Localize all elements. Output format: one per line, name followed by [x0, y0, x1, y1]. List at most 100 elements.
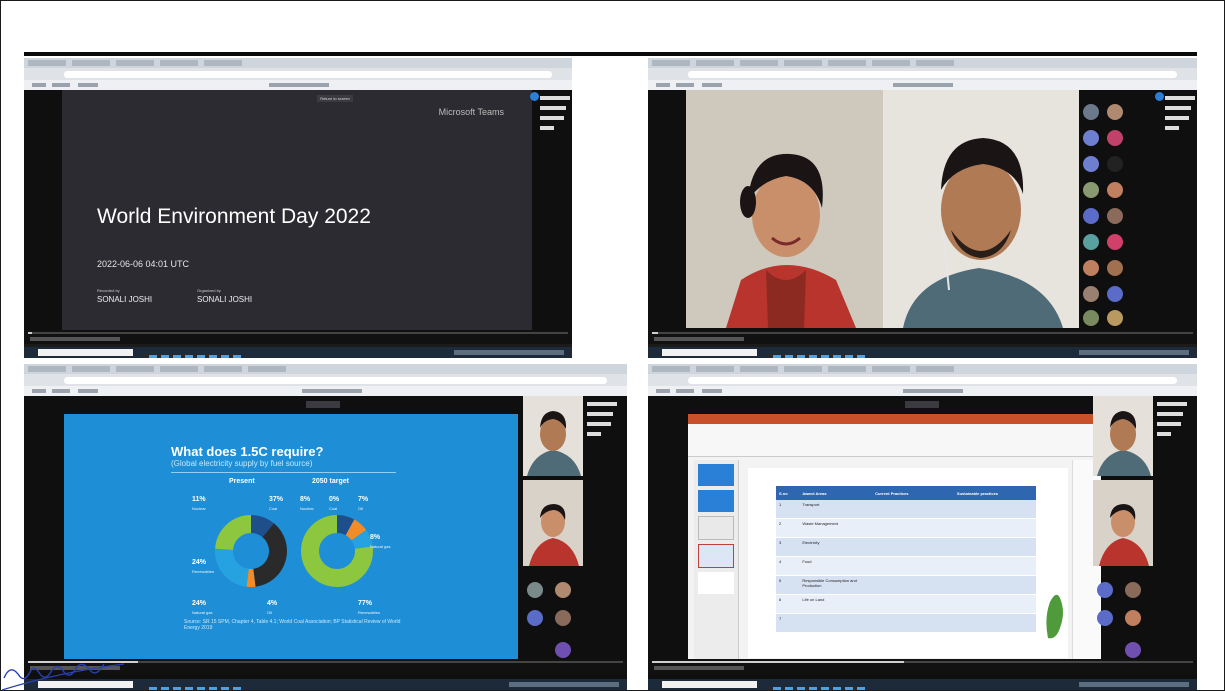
- target-renewables-name: Renewables: [358, 610, 381, 615]
- participant-avatar[interactable]: [1083, 156, 1099, 172]
- address-bar[interactable]: [64, 71, 552, 78]
- slide-thumb[interactable]: [698, 516, 734, 540]
- organized-by-label: Organized by: [197, 288, 221, 293]
- participant-video-man: [1093, 396, 1153, 476]
- return-to-screen-button[interactable]: [306, 401, 340, 408]
- address-bar[interactable]: [688, 71, 1177, 78]
- return-to-screen-button[interactable]: Return to screen: [317, 95, 353, 102]
- system-tray[interactable]: [1079, 682, 1189, 687]
- browser-tab-strip[interactable]: [648, 58, 1197, 68]
- playback-buttons[interactable]: [654, 337, 744, 341]
- taskbar-search[interactable]: [38, 349, 133, 356]
- address-bar[interactable]: [688, 377, 1177, 384]
- participant-video-woman: [523, 480, 583, 566]
- playback-buttons[interactable]: [654, 666, 744, 670]
- participant-avatar[interactable]: [1083, 286, 1099, 302]
- browser-tab-strip[interactable]: [24, 58, 572, 68]
- video-player-controls[interactable]: [24, 330, 572, 344]
- progress-track[interactable]: [28, 332, 568, 334]
- participant-avatar[interactable]: [1107, 286, 1123, 302]
- target-gas-pct: 8%: [370, 534, 381, 541]
- participant-avatar[interactable]: [1107, 208, 1123, 224]
- present-slice-coal: [252, 523, 287, 587]
- ribbon-tabs[interactable]: [688, 414, 1100, 424]
- user-icon[interactable]: [530, 92, 539, 101]
- target-gas-name: Natural gas: [370, 544, 391, 549]
- video-player-controls[interactable]: [648, 659, 1197, 673]
- browser-tab-strip[interactable]: [24, 364, 627, 374]
- taskbar-app-icons[interactable]: [149, 681, 245, 690]
- cell-empty: [953, 556, 1036, 576]
- participant-avatar[interactable]: [1107, 104, 1123, 120]
- participant-avatar[interactable]: [527, 582, 543, 598]
- participant-avatar[interactable]: [1083, 130, 1099, 146]
- progress-track[interactable]: [652, 332, 1193, 334]
- row-area: [799, 613, 873, 633]
- taskbar-app-icons[interactable]: [149, 349, 245, 358]
- participant-avatar[interactable]: [1083, 182, 1099, 198]
- target-label: 2050 target: [312, 478, 349, 485]
- system-tray[interactable]: [1079, 350, 1189, 355]
- participant-avatar[interactable]: [1107, 310, 1123, 326]
- slide-thumb-selected[interactable]: [698, 544, 734, 568]
- target-nuclear-name: Nuclear: [300, 506, 314, 511]
- slide-source: Source: SR 15 SPM, Chapter 4, Table 4.1;…: [184, 619, 401, 631]
- participant-avatar[interactable]: [1107, 234, 1123, 250]
- video-player-controls[interactable]: [648, 330, 1197, 344]
- participant-avatar[interactable]: [1097, 582, 1113, 598]
- present-oil-name: Oil: [267, 610, 272, 615]
- taskbar-search[interactable]: [662, 681, 757, 688]
- table-row: 6 Life on Land: [776, 594, 1036, 614]
- row-no: 5: [776, 575, 800, 595]
- browser-chrome: [24, 58, 572, 90]
- present-coal-name: Coal: [269, 506, 278, 511]
- table-row: 7: [776, 613, 1036, 633]
- participant-avatar[interactable]: [1125, 582, 1141, 598]
- footprint-graphic: [1046, 594, 1063, 639]
- participant-avatar[interactable]: [1097, 610, 1113, 626]
- participant-avatar[interactable]: [1083, 260, 1099, 276]
- browser-tab-strip[interactable]: [648, 364, 1197, 374]
- slide-canvas: S.no Award Areas Current Practices Susta…: [748, 468, 1068, 658]
- slide-subheading: (Global electricity supply by fuel sourc…: [171, 459, 313, 468]
- participant-avatar[interactable]: [1107, 260, 1123, 276]
- cell-empty: [953, 500, 1036, 519]
- slide-thumbnails[interactable]: [694, 460, 739, 660]
- windows-taskbar: [24, 347, 572, 358]
- slide-thumb[interactable]: [698, 464, 734, 486]
- system-tray[interactable]: [454, 350, 564, 355]
- participant-avatar[interactable]: [1083, 208, 1099, 224]
- participant-avatar[interactable]: [1083, 104, 1099, 120]
- participant-avatar[interactable]: [555, 610, 571, 626]
- participant-avatar[interactable]: [1107, 156, 1123, 172]
- slide-thumb[interactable]: [698, 490, 734, 512]
- return-to-screen-button[interactable]: [905, 401, 939, 408]
- participant-avatar[interactable]: [1083, 234, 1099, 250]
- participant-avatar[interactable]: [1125, 610, 1141, 626]
- award-areas-table: S.no Award Areas Current Practices Susta…: [776, 486, 1036, 633]
- title-slide: Return to screen Microsoft Teams World E…: [62, 90, 532, 330]
- ribbon-toolbar[interactable]: [688, 424, 1100, 457]
- taskbar-app-icons[interactable]: [773, 681, 869, 690]
- participant-avatar[interactable]: [555, 642, 571, 658]
- speaker-video-woman: [686, 90, 883, 328]
- target-slice-natural-gas: [351, 529, 373, 550]
- panel-powerpoint-share: S.no Award Areas Current Practices Susta…: [648, 364, 1197, 690]
- participant-avatar[interactable]: [1125, 642, 1141, 658]
- participant-avatar[interactable]: [555, 582, 571, 598]
- playback-buttons[interactable]: [30, 337, 120, 341]
- system-tray[interactable]: [509, 682, 619, 687]
- present-slice-nuclear: [250, 515, 274, 538]
- user-icon[interactable]: [1155, 92, 1164, 101]
- participant-avatar[interactable]: [1083, 310, 1099, 326]
- taskbar-search[interactable]: [662, 349, 757, 356]
- taskbar-app-icons[interactable]: [773, 349, 869, 358]
- side-menu: [1153, 396, 1197, 679]
- participant-avatar[interactable]: [1107, 130, 1123, 146]
- target-oil-pct: 7%: [358, 496, 369, 503]
- recorded-by-name: SONALI JOSHI: [97, 295, 153, 304]
- slide-thumb[interactable]: [698, 572, 734, 594]
- participant-avatar[interactable]: [1107, 182, 1123, 198]
- participant-avatar[interactable]: [527, 610, 543, 626]
- address-bar[interactable]: [64, 377, 607, 384]
